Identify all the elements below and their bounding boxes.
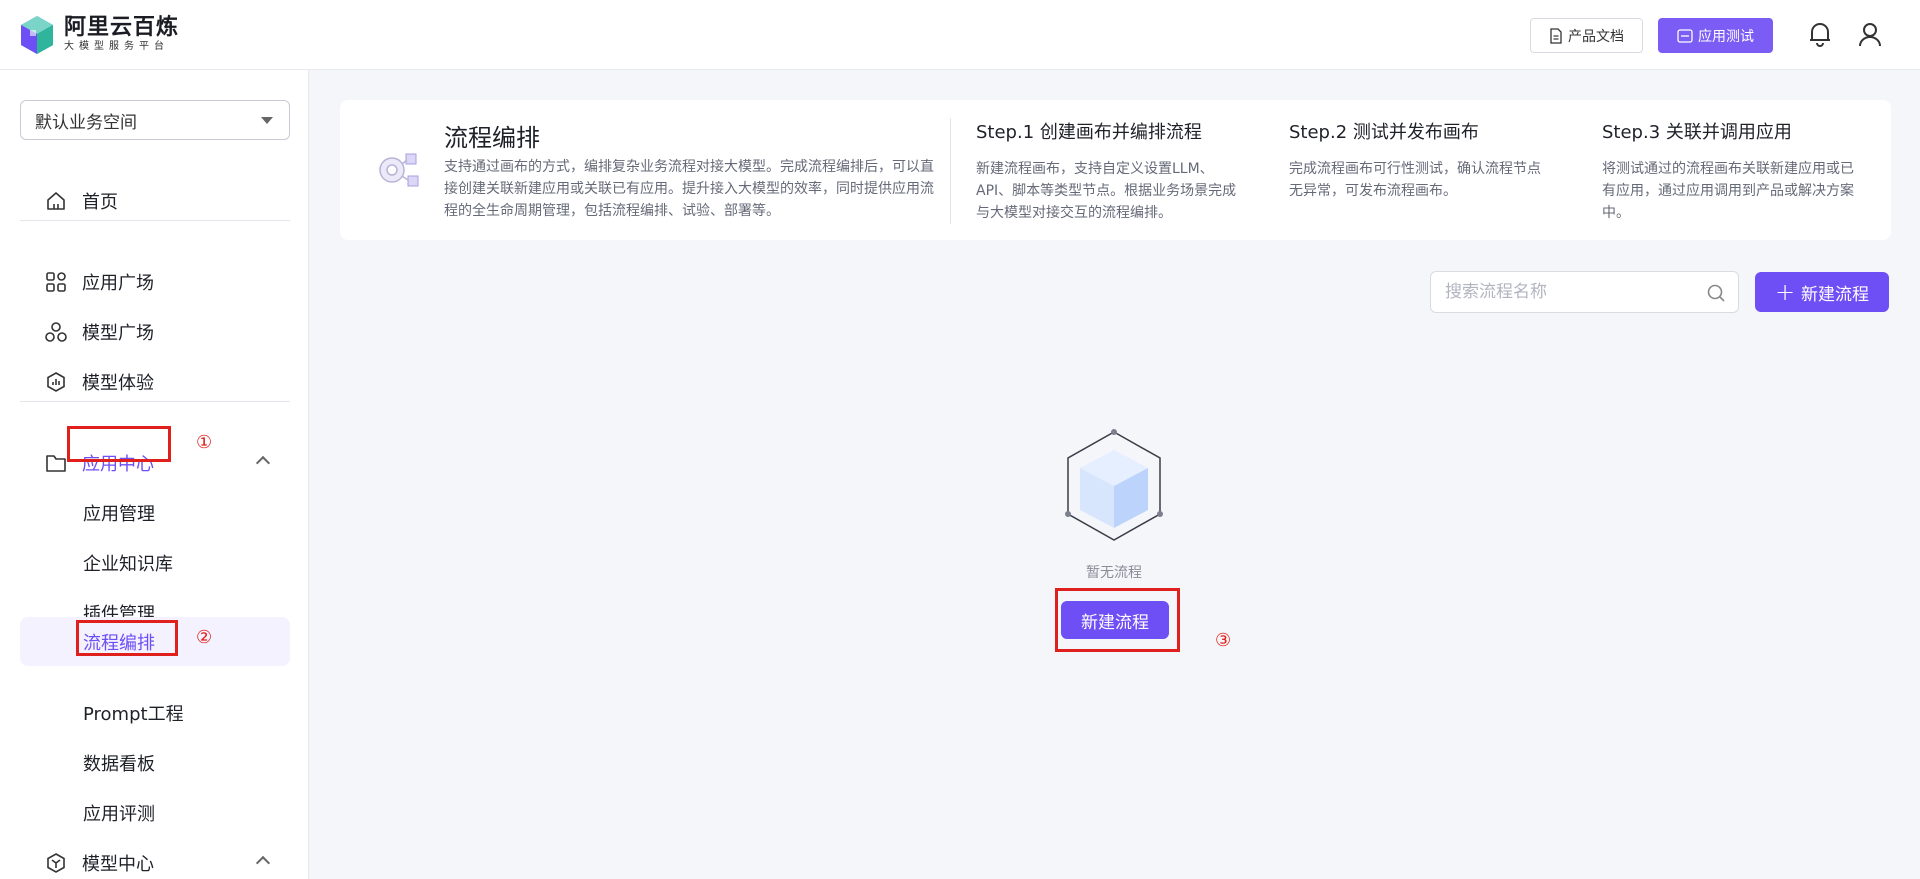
workspace-value: 默认业务空间 (35, 112, 137, 133)
sidebar-item-knowledge[interactable]: 企业知识库 (20, 542, 290, 584)
test-window-icon (1677, 28, 1693, 43)
sidebar-item-label: 流程编排 (83, 632, 155, 654)
new-flow-button[interactable]: + 新建流程 (1755, 272, 1889, 312)
sidebar-item-prompt[interactable]: Prompt工程 (20, 692, 290, 734)
step-description: 新建流程画布，支持自定义设置LLM、API、脚本等类型节点。根据业务场景完成与大… (976, 161, 1237, 221)
sidebar-item-label: 模型中心 (82, 854, 154, 875)
sidebar-item-model-center[interactable]: 模型中心 (20, 842, 290, 879)
folder-icon (46, 455, 66, 472)
empty-new-flow-label: 新建流程 (1081, 612, 1149, 633)
empty-new-flow-button[interactable]: 新建流程 (1061, 601, 1169, 639)
step-description: 完成流程画布可行性测试，确认流程节点无异常，可发布流程画布。 (1289, 161, 1541, 199)
sidebar-item-flow[interactable]: 流程编排 (20, 617, 290, 666)
step-3: Step.3 关联并调用应用 将测试通过的流程画布关联新建应用或已有应用，通过应… (1602, 118, 1867, 224)
annotation-marker-2: ② (196, 627, 213, 648)
chevron-up-icon[interactable] (255, 455, 271, 471)
step-description: 将测试通过的流程画布关联新建应用或已有应用，通过应用调用到产品或解决方案中。 (1602, 161, 1854, 221)
logo-cube-icon (21, 16, 53, 54)
sidebar-item-app-manage[interactable]: 应用管理 (20, 492, 290, 534)
step-title: Step.3 关联并调用应用 (1602, 122, 1792, 143)
step-1: Step.1 创建画布并编排流程 新建流程画布，支持自定义设置LLM、API、脚… (976, 118, 1246, 224)
empty-state-text: 暂无流程 (1086, 565, 1142, 581)
app-test-label: 应用测试 (1698, 28, 1754, 45)
search-input[interactable] (1431, 272, 1681, 312)
grid-icon (46, 272, 66, 292)
sidebar-item-app-eval[interactable]: 应用评测 (20, 792, 290, 834)
sidebar-item-home[interactable]: 首页 (20, 180, 290, 222)
step-title: Step.1 创建画布并编排流程 (976, 122, 1202, 143)
intro-banner: 流程编排 支持通过画布的方式，编排复杂业务流程对接大模型。完成流程编排后，可以直… (340, 100, 1891, 240)
sidebar-item-label: 企业知识库 (83, 554, 173, 575)
sidebar-item-model-market[interactable]: 模型广场 (20, 311, 290, 353)
sidebar-item-label: 应用广场 (82, 273, 154, 294)
step-2: Step.2 测试并发布画布 完成流程画布可行性测试，确认流程节点无异常，可发布… (1289, 118, 1554, 202)
bell-icon[interactable] (1806, 20, 1834, 48)
banner-title: 流程编排 (444, 124, 540, 152)
annotation-marker-1: ① (196, 432, 213, 453)
sidebar-item-label: 应用管理 (83, 504, 155, 525)
annotation-marker-3: ③ (1215, 630, 1232, 651)
caret-down-icon (261, 117, 273, 124)
user-icon[interactable] (1856, 20, 1884, 48)
flow-gear-icon (379, 153, 419, 187)
logo-subtitle: 大模型服务平台 (64, 41, 169, 52)
step-title: Step.2 测试并发布画布 (1289, 122, 1479, 143)
sidebar-item-label: 应用评测 (83, 804, 155, 825)
sidebar-item-label: 应用中心 (82, 454, 154, 475)
plus-icon: + (1774, 278, 1796, 306)
sidebar-item-app-market[interactable]: 应用广场 (20, 261, 290, 303)
workspace-select[interactable]: 默认业务空间 (20, 100, 290, 140)
search-icon[interactable] (1706, 283, 1726, 303)
app-test-button[interactable]: 应用测试 (1658, 18, 1773, 53)
hexagon-chart-icon (47, 372, 65, 392)
document-icon (1550, 27, 1562, 44)
model-cube-icon (47, 853, 65, 873)
banner-description: 支持通过画布的方式，编排复杂业务流程对接大模型。完成流程编排后，可以直接创建关联… (444, 159, 934, 219)
banner-divider (950, 118, 951, 224)
model-nodes-icon (45, 322, 67, 342)
empty-cube-illustration (1065, 429, 1163, 541)
chevron-up-icon[interactable] (255, 855, 271, 871)
product-docs-label: 产品文档 (1568, 28, 1624, 45)
sidebar-divider (20, 401, 290, 402)
search-box (1430, 271, 1739, 313)
home-icon (47, 192, 65, 210)
sidebar-item-label: 数据看板 (83, 754, 155, 775)
top-header: 阿里云百炼 大模型服务平台 产品文档 应用测试 (0, 0, 1920, 70)
sidebar-item-dashboard[interactable]: 数据看板 (20, 742, 290, 784)
sidebar-divider (20, 220, 290, 221)
sidebar-item-label: Prompt工程 (83, 704, 184, 725)
sidebar-item-label: 模型广场 (82, 323, 154, 344)
sidebar: 默认业务空间 首页 应用广场 模型广场 模型体验 应用中心 应用管理 企业知识库… (0, 70, 309, 879)
sidebar-item-label: 模型体验 (82, 373, 154, 394)
product-docs-button[interactable]: 产品文档 (1530, 18, 1643, 53)
sidebar-item-label: 首页 (82, 192, 118, 213)
sidebar-item-app-center[interactable]: 应用中心 (20, 442, 290, 484)
sidebar-item-model-experience[interactable]: 模型体验 (20, 361, 290, 403)
new-flow-label: 新建流程 (1801, 284, 1870, 305)
logo-title: 阿里云百炼 (64, 15, 180, 40)
logo[interactable]: 阿里云百炼 大模型服务平台 (18, 14, 179, 56)
